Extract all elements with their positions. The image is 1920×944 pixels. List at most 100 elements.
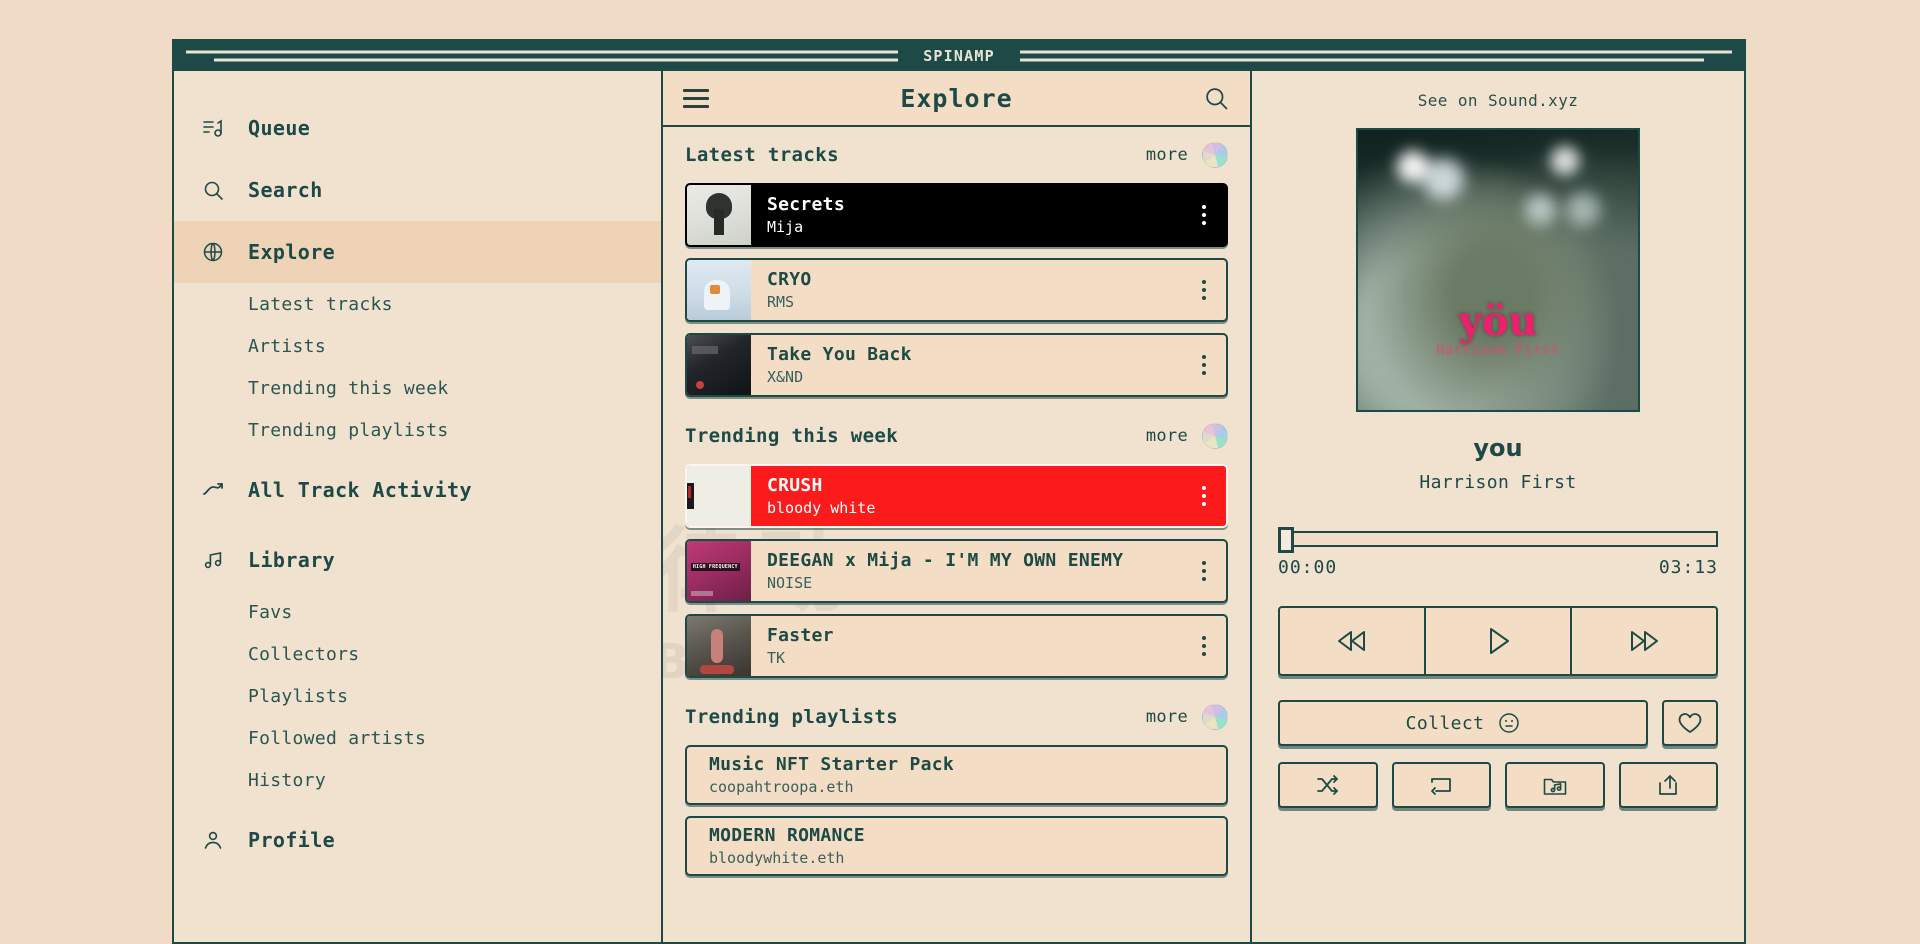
sidebar-subitem-collectors[interactable]: Collectors [174, 633, 661, 675]
sidebar-item-label: All Track Activity [248, 478, 472, 502]
sidebar-item-all-track-activity[interactable]: All Track Activity [174, 459, 661, 521]
utility-row [1278, 762, 1718, 808]
collect-button[interactable]: Collect [1278, 700, 1648, 746]
playlist-owner: coopahtroopa.eth [709, 778, 854, 796]
track-title: CRUSH [767, 475, 823, 496]
track-artist: bloody white [767, 499, 876, 517]
time-row: 00:00 03:13 [1278, 557, 1718, 578]
track-title: Secrets [767, 194, 845, 215]
time-elapsed: 00:00 [1278, 557, 1338, 578]
seek-bar-wrapper: 00:00 03:13 [1278, 527, 1718, 578]
track-artist: Mija [767, 218, 804, 236]
track-meta: CRYO RMS [751, 260, 1182, 320]
track-menu-icon[interactable] [1182, 616, 1226, 676]
sidebar-subitem-history[interactable]: History [174, 759, 661, 801]
previous-button[interactable] [1280, 608, 1426, 674]
table-row[interactable]: CRUSH bloody white [685, 464, 1228, 528]
track-meta: DEEGAN x Mija - I'M MY OWN ENEMY NOISE [751, 541, 1182, 601]
shuffle-button[interactable] [1278, 762, 1378, 808]
share-button[interactable] [1618, 762, 1718, 808]
more-link[interactable]: more [1146, 707, 1188, 727]
playlist-owner: bloodywhite.eth [709, 849, 845, 867]
more-link[interactable]: more [1146, 426, 1188, 446]
color-wheel-icon[interactable] [1202, 423, 1228, 449]
explore-panel: Explore 律动 BLOCKBEATS Latest tracks more [663, 71, 1252, 942]
seek-bar[interactable] [1278, 527, 1718, 553]
favorite-button[interactable] [1662, 700, 1718, 746]
track-title: Faster [767, 625, 834, 646]
table-row[interactable]: CRYO RMS [685, 258, 1228, 322]
sidebar-item-label: Queue [248, 116, 311, 140]
list-item[interactable]: MODERN ROMANCE bloodywhite.eth [685, 816, 1228, 876]
album-cover-art: yöu Harrison First [1356, 128, 1640, 412]
list-item[interactable]: Music NFT Starter Pack coopahtroopa.eth [685, 745, 1228, 805]
sidebar-item-label: Library [248, 548, 336, 572]
track-menu-icon[interactable] [1182, 541, 1226, 601]
track-meta: Faster TK [751, 616, 1182, 676]
sidebar-subitem-favs[interactable]: Favs [174, 591, 661, 633]
sidebar-subitem-artists[interactable]: Artists [174, 325, 661, 367]
next-button[interactable] [1572, 608, 1716, 674]
sidebar-subitem-latest-tracks[interactable]: Latest tracks [174, 283, 661, 325]
music-note-icon [200, 547, 226, 573]
track-thumbnail: HIGH FREQUENCY [687, 541, 751, 601]
window-title-bar: SPINAMP [174, 41, 1744, 71]
see-on-sound-link[interactable]: See on Sound.xyz [1418, 91, 1579, 110]
hamburger-icon[interactable] [683, 84, 715, 113]
seek-bar-thumb[interactable] [1278, 527, 1294, 553]
sidebar-item-label: Profile [248, 828, 336, 852]
section-header-latest-tracks: Latest tracks more [685, 127, 1228, 183]
divider [174, 451, 661, 459]
sidebar-subitem-playlists[interactable]: Playlists [174, 675, 661, 717]
title-bar-decoration-left [186, 50, 898, 62]
track-artist: TK [767, 649, 786, 667]
search-icon [200, 177, 226, 203]
table-row[interactable]: HIGH FREQUENCY DEEGAN x Mija - I'M MY OW… [685, 539, 1228, 603]
sidebar-item-label: Search [248, 178, 323, 202]
player-panel: See on Sound.xyz yöu Harrison First you … [1252, 71, 1744, 942]
sidebar-item-profile[interactable]: Profile [174, 809, 661, 871]
divider [174, 521, 661, 529]
color-wheel-icon[interactable] [1202, 704, 1228, 730]
table-row[interactable]: Secrets Mija [685, 183, 1228, 247]
cover-art-title-overlay: yöu [1458, 298, 1538, 345]
section-title: Latest tracks [685, 144, 839, 166]
window-title: SPINAMP [907, 47, 1011, 65]
search-icon[interactable] [1202, 84, 1230, 112]
explore-scroll-area[interactable]: 律动 BLOCKBEATS Latest tracks more Secrets [663, 127, 1250, 942]
sidebar-item-label: Explore [248, 240, 336, 264]
time-total: 03:13 [1658, 557, 1718, 578]
more-link[interactable]: more [1146, 145, 1188, 165]
sidebar-item-library[interactable]: Library [174, 529, 661, 591]
track-thumbnail [687, 335, 751, 395]
track-title: Take You Back [767, 344, 912, 365]
sidebar-item-search[interactable]: Search [174, 159, 661, 221]
sidebar-subitem-trending-this-week[interactable]: Trending this week [174, 367, 661, 409]
sidebar-item-explore[interactable]: Explore [174, 221, 661, 283]
title-bar-decoration-right [1020, 50, 1732, 62]
track-menu-icon[interactable] [1182, 185, 1226, 245]
play-button[interactable] [1426, 608, 1572, 674]
table-row[interactable]: Faster TK [685, 614, 1228, 678]
play-icon [1481, 624, 1515, 658]
color-wheel-icon[interactable] [1202, 142, 1228, 168]
trend-up-icon [200, 477, 226, 503]
track-menu-icon[interactable] [1182, 335, 1226, 395]
repeat-button[interactable] [1391, 762, 1491, 808]
track-thumbnail [687, 185, 751, 245]
divider [174, 801, 661, 809]
track-menu-icon[interactable] [1182, 260, 1226, 320]
explore-header: Explore [663, 71, 1250, 127]
sidebar-subitem-trending-playlists[interactable]: Trending playlists [174, 409, 661, 451]
playlist-title: Music NFT Starter Pack [709, 754, 955, 775]
user-icon [200, 827, 226, 853]
fast-forward-icon [1625, 626, 1663, 656]
cover-art-subtitle-overlay: Harrison First [1436, 342, 1560, 358]
page-title: Explore [900, 83, 1013, 113]
sidebar-subitem-followed-artists[interactable]: Followed artists [174, 717, 661, 759]
shuffle-icon [1315, 774, 1341, 796]
track-menu-icon[interactable] [1182, 466, 1226, 526]
add-to-playlist-button[interactable] [1505, 762, 1605, 808]
sidebar-item-queue[interactable]: Queue [174, 97, 661, 159]
table-row[interactable]: Take You Back X&ND [685, 333, 1228, 397]
